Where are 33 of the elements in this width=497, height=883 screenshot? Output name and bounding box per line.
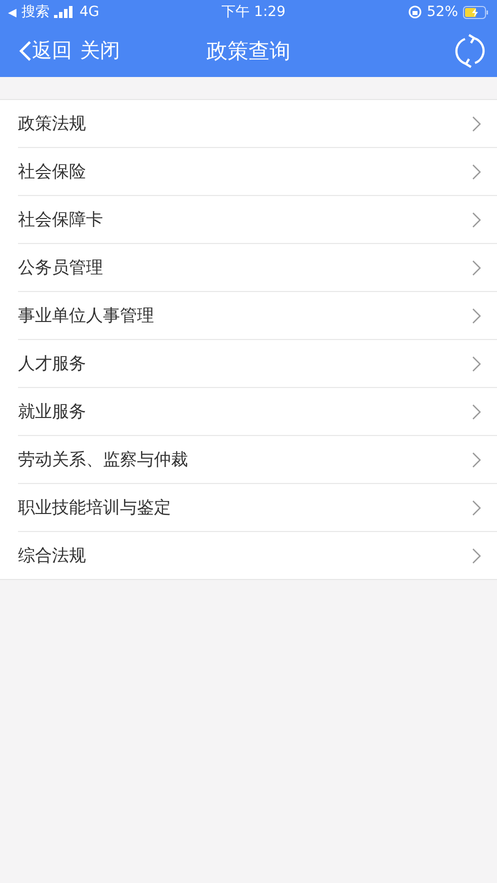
chevron-right-icon [472, 260, 481, 276]
back-button[interactable]: 返回 [18, 37, 72, 64]
chevron-right-icon [472, 452, 481, 468]
chevron-right-icon [472, 500, 481, 516]
menu-item-label[interactable]: 人才服务 [18, 352, 86, 375]
chevron-right-icon [472, 164, 481, 180]
menu-item-label[interactable]: 劳动关系、监察与仲裁 [18, 448, 188, 471]
back-app-label[interactable]: 搜索 [21, 3, 50, 21]
network-type: 4G [79, 4, 100, 20]
close-button[interactable]: 关闭 [80, 37, 120, 64]
menu-item-label[interactable]: 公务员管理 [18, 256, 103, 279]
menu-item-label[interactable]: 事业单位人事管理 [18, 304, 154, 327]
chevron-right-icon [472, 404, 481, 420]
clock-time: 下午 1:29 [222, 3, 286, 21]
menu-item-label[interactable]: 就业服务 [18, 400, 86, 423]
chevron-right-icon [472, 548, 481, 564]
menu-item-label[interactable]: 职业技能培训与鉴定 [18, 496, 171, 519]
chevron-right-icon [472, 116, 481, 132]
menu-item-label[interactable]: 政策法规 [18, 112, 86, 135]
chevron-right-icon [472, 308, 481, 324]
battery-icon [463, 6, 489, 18]
chevron-right-icon [472, 212, 481, 228]
refresh-icon[interactable] [453, 34, 487, 68]
menu-item-label[interactable]: 社会保障卡 [18, 208, 103, 231]
chevron-right-icon [472, 356, 481, 372]
battery-percent: 52% [426, 4, 458, 20]
page-title: 政策查询 [206, 38, 290, 64]
menu-item-label[interactable]: 社会保险 [18, 160, 86, 183]
orientation-lock-icon [408, 5, 422, 19]
menu-item-label[interactable]: 综合法规 [18, 544, 86, 567]
chevron-left-icon [18, 40, 32, 62]
back-app-arrow[interactable]: ◀ [8, 6, 16, 18]
signal-icon [54, 6, 74, 18]
